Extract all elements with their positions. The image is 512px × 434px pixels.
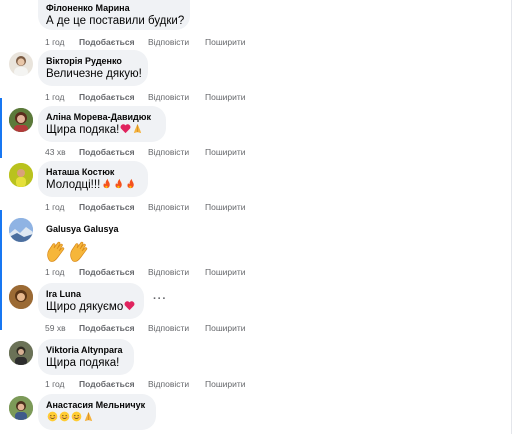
comment-actions: 1 год Подобається Відповісти Поширити [45, 266, 246, 278]
comment-text-content: Щира подяка! [46, 124, 120, 136]
avatar[interactable] [9, 285, 33, 309]
comment-bubble: Galusya Galusya [38, 218, 138, 266]
avatar[interactable] [9, 396, 33, 420]
comment-author[interactable]: Вікторія Руденко [46, 55, 140, 67]
comment-bubble: Viktoria Altynpara Щира подяка! [38, 339, 134, 375]
comment-author[interactable]: Ira Luna [46, 288, 136, 300]
clap-icon [70, 241, 88, 262]
like-button[interactable]: Подобається [79, 201, 148, 213]
comment-time[interactable]: 59 хв [45, 322, 79, 334]
avatar[interactable] [9, 108, 33, 132]
clap-icon [47, 241, 65, 262]
share-button[interactable]: Поширити [205, 91, 246, 103]
reply-button[interactable]: Відповісти [148, 201, 205, 213]
heart-icon [124, 301, 135, 311]
smile-icon [47, 411, 58, 422]
avatar[interactable] [9, 341, 33, 365]
comment-actions: 43 хв Подобається Відповісти Поширити [45, 146, 246, 158]
share-button[interactable]: Поширити [205, 322, 246, 334]
share-button[interactable]: Поширити [205, 266, 246, 278]
fire-icon [127, 178, 135, 189]
comment-bubble: Аліна Морева-Давидюк Щира подяка! [38, 106, 166, 142]
thread-indicator [0, 98, 2, 158]
comment-time[interactable]: 1 год [45, 36, 79, 48]
comment-actions: 59 хв Подобається Відповісти Поширити [45, 322, 246, 334]
comment-author[interactable]: Філоненко Марина [46, 2, 182, 14]
comment-author[interactable]: Анастасия Мельничук [46, 399, 148, 411]
comment-bubble: Анастасия Мельничук [38, 394, 156, 430]
share-button[interactable]: Поширити [205, 146, 246, 158]
comment-actions: 1 год Подобається Відповісти Поширити [45, 36, 246, 48]
pray-icon [84, 411, 93, 422]
comment-text: Величезне дякую! [46, 68, 142, 80]
comment-emoji-row [46, 241, 130, 268]
more-options-icon[interactable]: ··· [153, 293, 167, 305]
reply-button[interactable]: Відповісти [148, 146, 205, 158]
smile-icon [59, 411, 70, 422]
like-button[interactable]: Подобається [79, 36, 148, 48]
pray-icon [134, 123, 142, 134]
reply-button[interactable]: Відповісти [148, 91, 205, 103]
comment-text: Щира подяка! [46, 357, 120, 369]
comment-actions: 1 год Подобається Відповісти Поширити [45, 91, 246, 103]
comment-text: А де це поставили будки? [46, 15, 185, 27]
like-button[interactable]: Подобається [79, 91, 148, 103]
comment-actions: 1 год Подобається Відповісти Поширити [45, 201, 246, 213]
fire-icon [115, 178, 123, 189]
reply-button[interactable]: Відповісти [148, 266, 205, 278]
comment-author[interactable]: Аліна Морева-Давидюк [46, 111, 158, 123]
comment-text: Щиро дякуємо [46, 300, 136, 315]
comment-author[interactable]: Наташа Костюк [46, 166, 140, 178]
like-button[interactable]: Подобається [79, 266, 148, 278]
comment-actions: 1 год Подобається Відповісти Поширити [45, 378, 246, 390]
share-button[interactable]: Поширити [205, 378, 246, 390]
comment-text-content: Щиро дякуємо [46, 301, 124, 313]
share-button[interactable]: Поширити [205, 36, 246, 48]
heart-icon [120, 124, 131, 134]
reply-button[interactable]: Відповісти [148, 378, 205, 390]
comment-bubble: Наташа Костюк Молодці!!! [38, 161, 148, 197]
avatar[interactable] [9, 163, 33, 187]
comment-bubble: Філоненко Марина А де це поставили будки… [38, 0, 190, 30]
thread-indicator [0, 210, 2, 330]
comment-time[interactable]: 1 год [45, 266, 79, 278]
share-button[interactable]: Поширити [205, 201, 246, 213]
comment-bubble: Ira Luna Щиро дякуємо [38, 283, 144, 319]
comment-text: Молодці!!! [46, 178, 140, 193]
comment-time[interactable]: 1 год [45, 91, 79, 103]
avatar[interactable] [9, 218, 33, 242]
comment-time[interactable]: 43 хв [45, 146, 79, 158]
comment-text: Щира подяка! [46, 123, 158, 138]
like-button[interactable]: Подобається [79, 322, 148, 334]
fire-icon [103, 178, 111, 189]
comment-emoji-row [46, 411, 148, 426]
comment-author[interactable]: Viktoria Altynpara [46, 344, 126, 356]
like-button[interactable]: Подобається [79, 378, 148, 390]
smile-icon [71, 411, 82, 422]
comment-text-content: Молодці!!! [46, 179, 101, 191]
comment-bubble: Вікторія Руденко Величезне дякую! [38, 50, 148, 86]
reply-button[interactable]: Відповісти [148, 322, 205, 334]
comment-time[interactable]: 1 год [45, 378, 79, 390]
avatar[interactable] [9, 52, 33, 76]
reply-button[interactable]: Відповісти [148, 36, 205, 48]
comment-author[interactable]: Galusya Galusya [46, 223, 130, 235]
comment-time[interactable]: 1 год [45, 201, 79, 213]
like-button[interactable]: Подобається [79, 146, 148, 158]
